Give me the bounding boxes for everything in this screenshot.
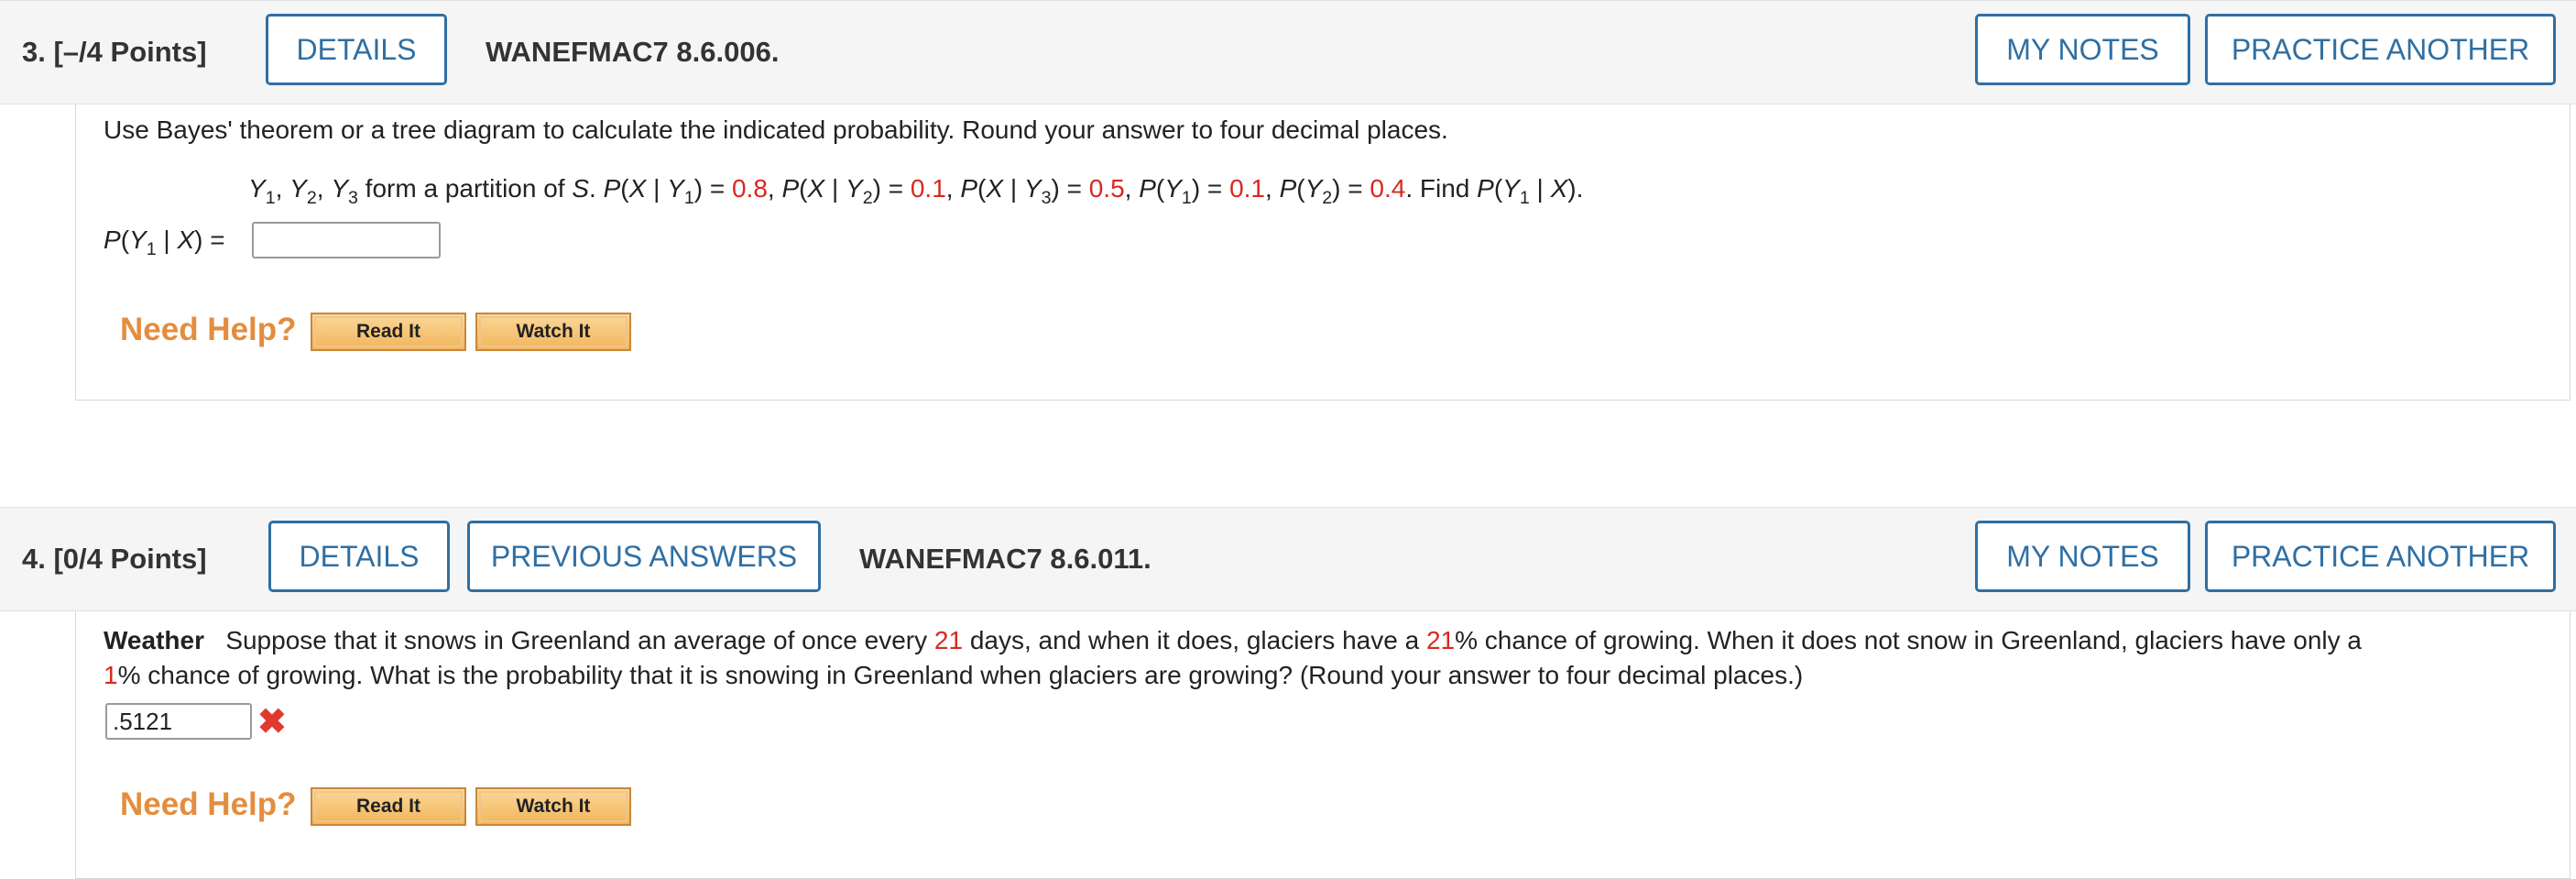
previous-answers-button[interactable]: PREVIOUS ANSWERS — [467, 521, 821, 592]
question-3-header: 3. [–/4 Points] DETAILS WANEFMAC7 8.6.00… — [0, 0, 2576, 104]
given-value: 21 — [933, 626, 964, 654]
given-value: 0.1 — [910, 174, 946, 203]
watch-it-button[interactable]: Watch It — [475, 313, 631, 351]
topic-label: Weather — [104, 626, 204, 654]
given-value: 0.1 — [1229, 174, 1265, 203]
question-points: [0/4 Points] — [53, 543, 207, 575]
incorrect-x-icon: ✖ — [257, 703, 287, 742]
question-4-header: 4. [0/4 Points] DETAILS PREVIOUS ANSWERS… — [0, 507, 2576, 611]
question-3-body: Use Bayes' theorem or a tree diagram to … — [75, 104, 2571, 401]
question-number: 3. — [22, 36, 46, 68]
problem-text: days, and when it does, glaciers have a — [963, 626, 1426, 654]
read-it-button[interactable]: Read It — [311, 313, 466, 351]
practice-another-button[interactable]: PRACTICE ANOTHER — [2205, 14, 2556, 85]
given-statement: Y1, Y2, Y3 form a partition of S. P(X | … — [248, 174, 1584, 208]
question-3-number: 3. [–/4 Points] — [22, 36, 207, 69]
given-value: 1 — [104, 661, 118, 689]
answer-input[interactable] — [105, 703, 252, 740]
answer-input[interactable] — [252, 222, 441, 258]
problem-text-line-2: 1% chance of growing. What is the probab… — [104, 661, 1803, 690]
my-notes-button[interactable]: MY NOTES — [1975, 521, 2190, 592]
assignment-code: WANEFMAC7 8.6.006. — [486, 36, 780, 68]
watch-it-button[interactable]: Watch It — [475, 787, 631, 826]
details-button[interactable]: DETAILS — [268, 521, 450, 592]
problem-text: Suppose that it snows in Greenland an av… — [225, 626, 934, 654]
problem-text: % chance of growing. What is the probabi… — [117, 661, 1804, 689]
instruction-text: Use Bayes' theorem or a tree diagram to … — [104, 115, 1448, 144]
given-value: 0.8 — [731, 174, 768, 203]
question-points: [–/4 Points] — [53, 36, 207, 68]
given-value: 21 — [1425, 626, 1456, 654]
need-help-label: Need Help? — [120, 312, 297, 347]
practice-another-button[interactable]: PRACTICE ANOTHER — [2205, 521, 2556, 592]
problem-text: % chance of growing. When it does not sn… — [1455, 626, 2362, 654]
problem-text-line-1: Weather Suppose that it snows in Greenla… — [104, 626, 2362, 655]
given-value: 0.5 — [1088, 174, 1125, 203]
question-number: 4. — [22, 543, 46, 575]
question-4-body: Weather Suppose that it snows in Greenla… — [75, 611, 2571, 879]
given-value: 0.4 — [1370, 174, 1406, 203]
answer-label: P(Y1 | X) = — [104, 225, 225, 259]
read-it-button[interactable]: Read It — [311, 787, 466, 826]
my-notes-button[interactable]: MY NOTES — [1975, 14, 2190, 85]
question-4-number: 4. [0/4 Points] — [22, 543, 207, 576]
need-help-label: Need Help? — [120, 786, 297, 822]
details-button[interactable]: DETAILS — [266, 14, 447, 85]
assignment-code: WANEFMAC7 8.6.011. — [859, 543, 1152, 575]
